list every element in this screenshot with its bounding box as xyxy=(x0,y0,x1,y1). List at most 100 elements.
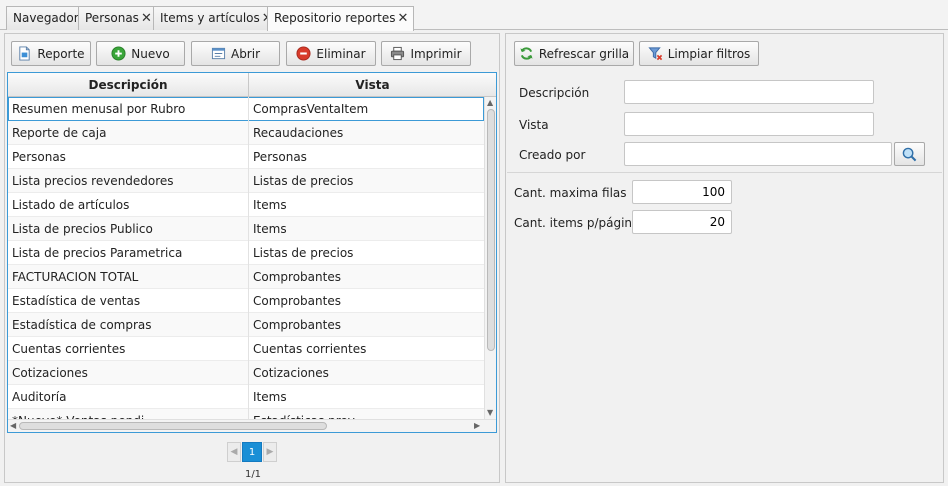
cell-vista: Items xyxy=(253,222,287,236)
tab-label: Repositorio reportes xyxy=(274,11,396,25)
table-row[interactable]: Lista precios revendedores Listas de prec… xyxy=(8,169,484,193)
items-pagina-label: Cant. items p/página xyxy=(514,216,640,230)
scroll-right-icon[interactable]: ▶ xyxy=(474,421,480,431)
cell-vista: Cuentas corrientes xyxy=(253,342,367,356)
remove-circle-icon xyxy=(296,46,311,61)
vertical-scroll-thumb[interactable] xyxy=(487,109,495,351)
table-row[interactable]: Cuentas corrientes Cuentas corrientes xyxy=(8,337,484,361)
cell-vista: Listas de precios xyxy=(253,174,354,188)
button-label: Reporte xyxy=(37,46,85,61)
cell-descripcion: Cotizaciones xyxy=(8,361,249,385)
clear-filter-icon xyxy=(648,47,662,61)
table-row[interactable]: *Nuevo* Ventas pendi...Estadísticas prov… xyxy=(8,409,484,419)
scroll-up-icon[interactable]: ▲ xyxy=(487,98,493,108)
report-icon xyxy=(19,46,31,61)
cell-vista: Estadísticas prov... xyxy=(249,409,484,419)
cell-descripcion: Listado de artículos xyxy=(8,193,249,217)
close-icon[interactable]: ✕ xyxy=(397,11,408,26)
table-row[interactable]: Cotizaciones Cotizaciones xyxy=(8,361,484,385)
button-label: Eliminar xyxy=(316,46,366,61)
cell-descripcion: Resumen menusal por Rubro xyxy=(8,97,249,121)
pagination: ◀ 1 ▶ xyxy=(227,442,277,462)
page-1-button[interactable]: 1 xyxy=(242,442,262,462)
tab-label: Personas xyxy=(85,11,139,25)
page-info: 1/1 xyxy=(244,469,262,480)
cell-descripcion: Reporte de caja xyxy=(8,121,249,145)
button-label: Abrir xyxy=(230,46,261,61)
cell-descripcion: Lista de precios Publico xyxy=(8,217,249,241)
table-row[interactable]: Estadística de ventas Comprobantes xyxy=(8,289,484,313)
column-header-vista[interactable]: Vista xyxy=(249,73,496,97)
creado-por-input[interactable] xyxy=(624,142,892,166)
plus-circle-icon xyxy=(111,46,126,61)
cell-descripcion: *Nuevo* Ventas pendi... xyxy=(8,409,249,419)
cell-vista: Listas de precios xyxy=(253,246,354,260)
scroll-left-icon[interactable]: ◀ xyxy=(10,421,16,431)
cell-vista: Comprobantes xyxy=(253,294,341,308)
tab-label: Items y artículos xyxy=(160,11,260,25)
max-filas-input[interactable] xyxy=(632,180,732,204)
cell-descripcion: Estadística de ventas xyxy=(8,289,249,313)
vista-input[interactable] xyxy=(624,112,874,136)
cell-vista: Recaudaciones xyxy=(253,126,344,140)
reports-table: Descripción Vista Resumen menusal por Ru… xyxy=(7,72,497,433)
vertical-scrollbar[interactable]: ▲ ▼ xyxy=(484,97,496,419)
cell-descripcion: FACTURACION TOTAL xyxy=(8,265,249,289)
button-label: Imprimir xyxy=(410,46,462,61)
items-pagina-input[interactable] xyxy=(632,210,732,234)
refresh-icon xyxy=(520,47,533,60)
cell-descripcion: Auditoría xyxy=(8,385,249,409)
form-icon xyxy=(211,47,226,60)
descripcion-input[interactable] xyxy=(624,80,874,104)
cell-vista: Items xyxy=(253,390,287,404)
column-header-descripcion[interactable]: Descripción xyxy=(8,73,249,97)
table-row[interactable]: Auditoría Items xyxy=(8,385,484,409)
horizontal-scroll-thumb[interactable] xyxy=(19,422,327,430)
tab-items-articulos[interactable]: Items y artículos✕ xyxy=(153,6,279,30)
tab-label: Navegador xyxy=(13,11,79,25)
cell-vista: Items xyxy=(253,198,287,212)
cell-vista: Cotizaciones xyxy=(253,366,329,380)
abrir-button[interactable]: Abrir xyxy=(191,41,280,66)
divider xyxy=(507,172,942,173)
tab-bar: Navegador Personas✕ Items y artículos✕ R… xyxy=(0,0,948,31)
limpiar-filtros-button[interactable]: Limpiar filtros xyxy=(639,41,759,66)
cell-vista: Comprobantes xyxy=(253,270,341,284)
creado-por-label: Creado por xyxy=(519,148,586,162)
button-label: Refrescar grilla xyxy=(538,46,630,61)
cell-vista: Personas xyxy=(253,150,307,164)
cell-descripcion: Cuentas corrientes xyxy=(8,337,249,361)
cell-descripcion: Personas xyxy=(8,145,249,169)
prev-page-button[interactable]: ◀ xyxy=(227,442,241,462)
reporte-button[interactable]: Reporte xyxy=(11,41,91,66)
table-row[interactable]: Personas Personas xyxy=(8,145,484,169)
table-row[interactable]: Listado de artículos Items xyxy=(8,193,484,217)
tab-navegador[interactable]: Navegador xyxy=(6,6,85,30)
magnifier-icon xyxy=(902,147,917,161)
reports-panel: Reporte Nuevo Abrir Eliminar Imprimir De… xyxy=(4,33,500,483)
search-user-button[interactable] xyxy=(894,142,925,166)
close-icon[interactable]: ✕ xyxy=(141,11,152,26)
table-row[interactable]: FACTURACION TOTAL Comprobantes xyxy=(8,265,484,289)
table-row[interactable]: Lista de precios Publico Items xyxy=(8,217,484,241)
table-body: Resumen menusal por Rubro ComprasVentaIte… xyxy=(8,97,484,419)
horizontal-scrollbar[interactable]: ◀ ▶ xyxy=(8,419,496,432)
cell-vista: Comprobantes xyxy=(253,318,341,332)
scroll-down-icon[interactable]: ▼ xyxy=(487,408,493,418)
table-row[interactable]: Reporte de caja Recaudaciones xyxy=(8,121,484,145)
button-label: Limpiar filtros xyxy=(667,46,751,61)
table-header: Descripción Vista xyxy=(8,73,496,97)
table-row[interactable]: Resumen menusal por Rubro ComprasVentaIte… xyxy=(8,97,484,121)
table-row[interactable]: Estadística de compras Comprobantes xyxy=(8,313,484,337)
tab-personas[interactable]: Personas ✕ xyxy=(78,6,158,30)
table-row[interactable]: Lista de precios Parametrica Listas de pr… xyxy=(8,241,484,265)
imprimir-button[interactable]: Imprimir xyxy=(381,41,471,66)
printer-icon xyxy=(391,46,405,61)
next-page-button[interactable]: ▶ xyxy=(263,442,277,462)
nuevo-button[interactable]: Nuevo xyxy=(96,41,185,66)
cell-descripcion: Estadística de compras xyxy=(8,313,249,337)
refrescar-grilla-button[interactable]: Refrescar grilla xyxy=(514,41,634,66)
eliminar-button[interactable]: Eliminar xyxy=(286,41,376,66)
tab-repositorio-reportes[interactable]: Repositorio reportes ✕ xyxy=(267,6,415,31)
cell-vista: ComprasVentaItem xyxy=(253,102,369,116)
